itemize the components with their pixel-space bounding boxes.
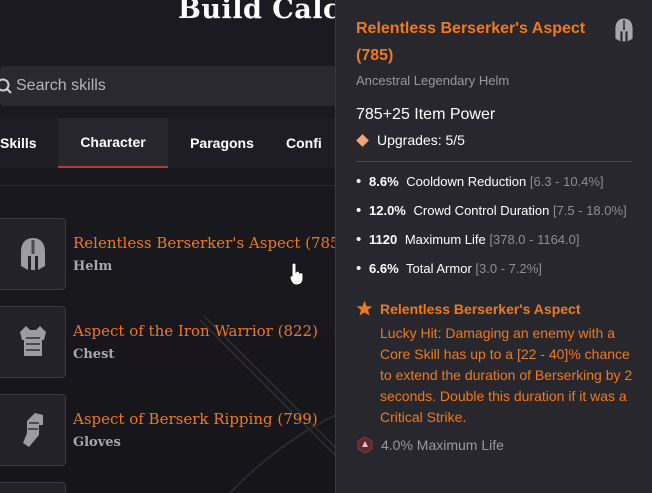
tab-paragons[interactable]: Paragons (168, 118, 276, 168)
stat-row: • 12.0% Crowd Control Duration [7.5 - 18… (356, 200, 632, 221)
bullet-icon: • (356, 231, 362, 248)
bullet-icon: • (356, 202, 362, 219)
stat-range: [6.3 - 10.4%] (529, 174, 604, 189)
tooltip-subtitle: Ancestral Legendary Helm (356, 73, 510, 88)
gem-icon (357, 436, 373, 454)
stat-value: 8.6% (369, 174, 399, 189)
stat-label: Crowd Control Duration (413, 203, 550, 218)
stat-label: Cooldown Reduction (406, 174, 527, 189)
section-divider (0, 185, 360, 186)
chest-armor-icon (19, 326, 46, 356)
search-bar[interactable] (0, 66, 360, 106)
item-name[interactable]: Aspect of the Iron Warrior (822) (73, 322, 318, 340)
tab-skills[interactable]: Skills (0, 118, 58, 168)
stat-row: • 6.6% Total Armor [3.0 - 7.2%] (356, 258, 632, 279)
tab-character[interactable]: Character (58, 118, 168, 168)
aspect-name: Relentless Berserker's Aspect (380, 300, 581, 317)
stat-label: Total Armor (406, 261, 472, 276)
stat-row: • 1120 Maximum Life [378.0 - 1164.0] (356, 229, 632, 250)
helm-icon (615, 18, 633, 42)
diamond-icon (356, 133, 369, 147)
stat-value: 6.6% (369, 261, 399, 276)
search-input[interactable] (16, 77, 316, 95)
upgrades-row: Upgrades: 5/5 (356, 132, 632, 148)
bullet-icon: • (356, 173, 362, 190)
tooltip-title: Relentless Berserker's Aspect (785) (356, 20, 586, 64)
stat-range: [3.0 - 7.2%] (475, 261, 542, 276)
item-tooltip: Relentless Berserker's Aspect (785) Ance… (335, 0, 652, 493)
item-slot[interactable] (0, 306, 66, 378)
gear-item-helm[interactable]: Relentless Berserker's Aspect (785) Helm (0, 218, 360, 290)
upgrades-text: Upgrades: 5/5 (377, 132, 465, 148)
item-slot-name: Gloves (73, 435, 121, 450)
helm-icon (20, 238, 45, 270)
socket-bonus-row: 4.0% Maximum Life (356, 436, 632, 454)
item-slot[interactable] (0, 218, 66, 290)
gear-item-gloves[interactable]: Aspect of Berserk Ripping (799) Gloves (0, 394, 360, 466)
gear-item-partial[interactable] (0, 482, 360, 493)
tooltip-divider (356, 161, 632, 162)
aspect-header: Relentless Berserker's Aspect (356, 300, 632, 317)
mouse-cursor-icon (289, 262, 304, 286)
item-name[interactable]: Aspect of Berserk Ripping (799) (73, 410, 318, 428)
item-name[interactable]: Relentless Berserker's Aspect (785) (73, 234, 345, 252)
stat-range: [7.5 - 18.0%] (552, 203, 627, 218)
socket-bonus-text: 4.0% Maximum Life (381, 437, 504, 453)
stat-list: • 8.6% Cooldown Reduction [6.3 - 10.4%] … (356, 171, 632, 279)
search-icon (0, 66, 14, 106)
stat-range: [378.0 - 1164.0] (489, 232, 580, 247)
aspect-description: Lucky Hit: Damaging an enemy with a Core… (380, 325, 633, 425)
stat-row: • 8.6% Cooldown Reduction [6.3 - 10.4%] (356, 171, 632, 192)
item-slot[interactable] (0, 482, 66, 493)
star-icon (356, 300, 373, 316)
gear-item-chest[interactable]: Aspect of the Iron Warrior (822) Chest (0, 306, 360, 378)
tab-bar: Skills Character Paragons Confi (0, 118, 360, 168)
stat-value: 1120 (369, 232, 398, 247)
item-power: 785+25 Item Power (356, 106, 496, 123)
item-slot[interactable] (0, 394, 66, 466)
stat-value: 12.0% (369, 203, 406, 218)
bullet-icon: • (356, 260, 362, 277)
gloves-icon (22, 413, 43, 447)
item-slot-name: Chest (73, 347, 115, 362)
stat-label: Maximum Life (404, 232, 486, 247)
